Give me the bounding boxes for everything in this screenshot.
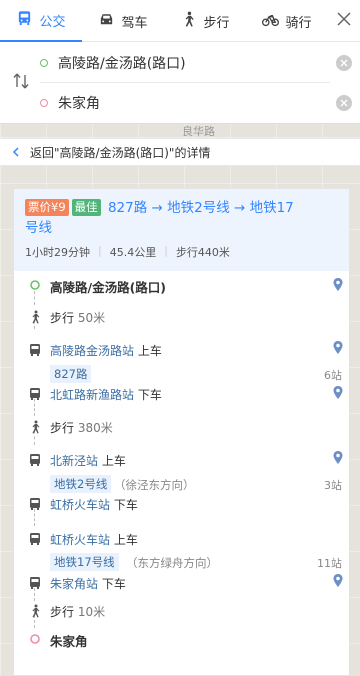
- clear-origin-button[interactable]: [336, 54, 352, 71]
- tab-car[interactable]: 驾车: [82, 0, 164, 42]
- bus-icon: [28, 387, 42, 401]
- tab-bike[interactable]: 骑行: [246, 0, 328, 42]
- direction-label: （徐泾东方向）: [114, 478, 195, 492]
- tab-walk[interactable]: 步行: [164, 0, 246, 42]
- step-board-3: 虹桥火车站 上车: [50, 533, 138, 547]
- bus-icon: [16, 10, 33, 31]
- clear-destination-button[interactable]: [336, 95, 352, 111]
- close-icon: [336, 11, 352, 31]
- clear-icon: [340, 59, 348, 66]
- step-walk-2: 步行 380米: [50, 421, 113, 435]
- clear-icon: [340, 99, 348, 107]
- step-board-1: 高陵路金汤路站 上车: [50, 344, 162, 358]
- swap-button[interactable]: [10, 72, 32, 94]
- close-button[interactable]: [328, 0, 360, 41]
- end-dot-icon: [28, 632, 42, 646]
- stop-count: 11站: [317, 557, 342, 570]
- chevron-left-icon: [12, 147, 19, 157]
- stop-count: 3站: [324, 479, 342, 492]
- subway-icon: [28, 497, 42, 511]
- step-board-2: 北新泾站 上车: [50, 454, 126, 468]
- search-panel: 公交 驾车 步行 骑行 高陵路/金汤路(路口) 朱家角: [0, 0, 360, 124]
- tab-car-label: 驾车: [121, 15, 148, 31]
- step-walk-1: 步行 50米: [50, 311, 106, 325]
- route-walk-distance: 步行440米: [175, 246, 230, 259]
- subway-icon: [28, 576, 42, 590]
- price-badge: 票价¥9: [25, 199, 69, 216]
- subway-icon: [28, 453, 42, 467]
- mode-tabs: 公交 驾车 步行 骑行: [0, 0, 360, 42]
- origin-field[interactable]: 高陵路/金汤路(路口): [40, 43, 352, 83]
- route-inputs: 高陵路/金汤路(路口) 朱家角: [0, 42, 360, 124]
- subway-icon: [28, 532, 42, 546]
- destination-field[interactable]: 朱家角: [40, 83, 352, 123]
- route-duration: 1小时29分钟: [25, 246, 90, 259]
- tab-bike-label: 骑行: [285, 15, 312, 31]
- start-dot-icon: [40, 58, 48, 67]
- bus-icon: [28, 343, 42, 357]
- bike-icon: [262, 11, 280, 32]
- line-tag-metro-2[interactable]: 地铁2号线: [50, 475, 112, 493]
- step-destination: 朱家角: [50, 634, 88, 649]
- location-pin-icon[interactable]: [332, 277, 344, 293]
- tab-bus[interactable]: 公交: [0, 0, 82, 42]
- swap-arrows-icon: [12, 72, 30, 94]
- back-link[interactable]: 返回"高陵路/金汤路(路口)"的详情: [0, 138, 360, 166]
- stop-count: 6站: [324, 369, 342, 382]
- end-dot-icon: [40, 99, 48, 107]
- map-road-label: 良华路: [182, 125, 215, 138]
- location-pin-icon[interactable]: [332, 450, 344, 466]
- route-distance: 45.4公里: [109, 246, 157, 259]
- walk-icon: [180, 11, 197, 32]
- back-link-text: 返回"高陵路/金汤路(路口)"的详情: [30, 145, 211, 160]
- line-tag-827[interactable]: 827路: [50, 365, 92, 383]
- walk-icon: [28, 310, 42, 324]
- step-origin: 高陵路/金汤路(路口): [50, 280, 166, 295]
- step-walk-3: 步行 10米: [50, 605, 106, 619]
- line-tag-metro-17[interactable]: 地铁17号线: [50, 553, 119, 571]
- location-pin-icon[interactable]: [332, 385, 344, 401]
- start-dot-icon: [28, 278, 42, 292]
- step-alight-1: 北虹路新渔路站 下车: [50, 388, 162, 402]
- tab-walk-label: 步行: [203, 15, 230, 31]
- location-pin-icon[interactable]: [332, 340, 344, 356]
- route-summary-line1: 827路 → 地铁2号线 → 地铁17: [107, 200, 294, 216]
- step-alight-3: 朱家角站 下车: [50, 577, 126, 591]
- car-icon: [98, 11, 115, 32]
- walk-icon: [28, 604, 42, 618]
- best-badge: 最佳: [71, 199, 101, 216]
- direction-label: （东方绿舟方向）: [126, 556, 218, 570]
- destination-input[interactable]: 朱家角: [58, 93, 330, 113]
- origin-input[interactable]: 高陵路/金汤路(路口): [58, 53, 330, 73]
- tab-bus-label: 公交: [39, 14, 66, 30]
- route-card[interactable]: 票价¥9 最佳 827路 → 地铁2号线 → 地铁17 号线 1小时29分钟 | 4…: [13, 188, 350, 676]
- walk-icon: [28, 420, 42, 434]
- route-summary: 票价¥9 最佳 827路 → 地铁2号线 → 地铁17 号线 1小时29分钟 | 4…: [14, 189, 349, 271]
- route-summary-line2: 号线: [25, 220, 52, 236]
- location-pin-icon[interactable]: [332, 573, 344, 589]
- step-alight-2: 虹桥火车站 下车: [50, 498, 138, 512]
